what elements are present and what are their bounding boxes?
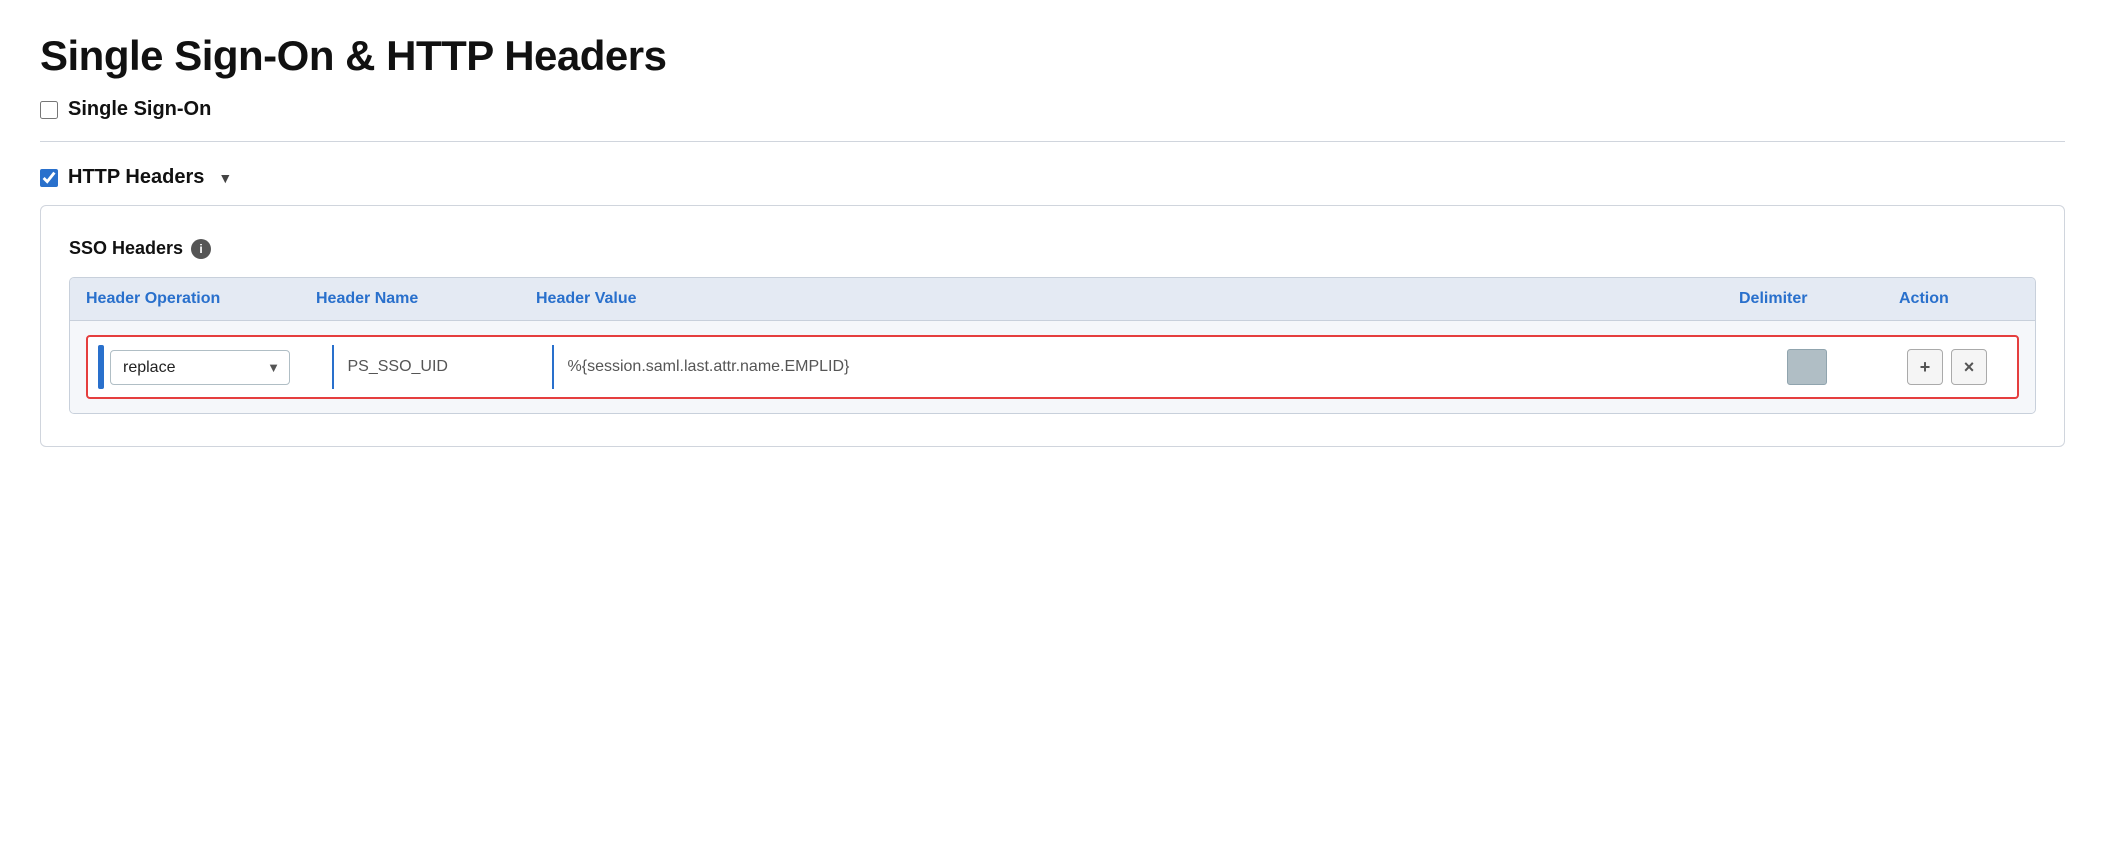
sso-headers-title: SSO Headers (69, 238, 183, 259)
add-row-button[interactable]: + (1907, 349, 1943, 385)
header-value-cell (548, 345, 1727, 389)
value-divider (552, 345, 554, 389)
http-headers-dropdown-arrow[interactable]: ▼ (218, 170, 232, 186)
header-name-input[interactable] (338, 350, 549, 384)
section-divider (40, 141, 2065, 142)
operation-select[interactable]: replace insert delete append (110, 350, 290, 385)
col-header-operation: Header Operation (86, 290, 316, 308)
http-headers-checkbox[interactable] (40, 169, 58, 187)
http-headers-section: HTTP Headers ▼ SSO Headers i Header Oper… (40, 166, 2065, 447)
sso-headers-title-row: SSO Headers i (69, 238, 2036, 259)
sso-headers-table: Header Operation Header Name Header Valu… (69, 277, 2036, 414)
action-cell: + × (1887, 349, 2007, 385)
http-headers-label: HTTP Headers (68, 166, 204, 189)
col-header-delimiter: Delimiter (1739, 290, 1899, 308)
sso-section: Single Sign-On (40, 98, 2065, 121)
delimiter-cell (1727, 349, 1887, 385)
operation-cell: replace insert delete append ▼ (98, 345, 328, 389)
sso-label: Single Sign-On (68, 98, 211, 121)
col-header-value: Header Value (536, 290, 1739, 308)
header-name-cell (328, 345, 548, 389)
remove-row-button[interactable]: × (1951, 349, 1987, 385)
operation-select-wrapper: replace insert delete append ▼ (110, 350, 290, 385)
page-title: Single Sign-On & HTTP Headers (40, 32, 2065, 80)
operation-blue-bar (98, 345, 104, 389)
col-header-name: Header Name (316, 290, 536, 308)
info-icon[interactable]: i (191, 239, 211, 259)
table-header: Header Operation Header Name Header Valu… (70, 278, 2035, 321)
name-divider (332, 345, 334, 389)
col-header-action: Action (1899, 290, 2019, 308)
sso-checkbox[interactable] (40, 101, 58, 119)
http-headers-header: HTTP Headers ▼ (40, 166, 2065, 189)
http-headers-panel: SSO Headers i Header Operation Header Na… (40, 205, 2065, 447)
header-value-input[interactable] (558, 350, 1728, 384)
delimiter-box[interactable] (1787, 349, 1827, 385)
table-body: replace insert delete append ▼ (70, 321, 2035, 413)
table-row: replace insert delete append ▼ (86, 335, 2019, 399)
